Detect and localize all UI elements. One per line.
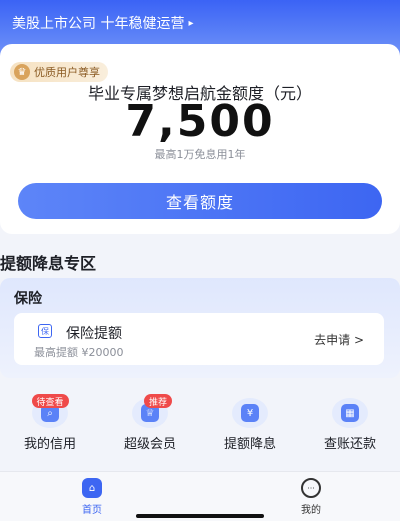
calendar-icon: ▦ — [341, 404, 359, 422]
quick-item-repay[interactable]: ▦ 查账还款 — [310, 392, 390, 452]
tab-home-label: 首页 — [82, 505, 102, 516]
home-indicator — [136, 514, 264, 518]
tab-mine-label: 我的 — [301, 505, 321, 516]
insurance-panel-title: 保险 — [14, 291, 42, 307]
section-title: 提额降息专区 — [0, 254, 97, 273]
quick-icon-wrap: 推荐 ♕ — [132, 394, 173, 428]
pending-badge: 待查看 — [31, 394, 69, 408]
apply-link[interactable]: 去申请 > — [314, 331, 364, 348]
insurance-max-amount: 最高提额 ¥20000 — [34, 346, 124, 359]
insurance-panel: 保险 保 保险提额 最高提额 ¥20000 去申请 > — [0, 278, 400, 378]
insurance-card[interactable]: 保 保险提额 最高提额 ¥20000 去申请 > — [14, 313, 384, 365]
quick-label: 查账还款 — [323, 437, 376, 452]
tab-mine[interactable]: ··· 我的 — [281, 478, 341, 516]
chat-icon: ··· — [301, 478, 321, 498]
banner-text: 美股上市公司 十年稳健运营 — [12, 16, 185, 32]
quick-actions: 待查看 ⌕ 我的信用 推荐 ♕ 超级会员 ¥ 提额降息 ▦ 查账还款 — [0, 392, 400, 452]
view-quota-button[interactable]: 查看额度 — [18, 183, 382, 219]
quick-item-my-credit[interactable]: 待查看 ⌕ 我的信用 — [10, 392, 90, 452]
quick-item-raise-limit[interactable]: ¥ 提额降息 — [210, 392, 290, 452]
insurance-icon: 保 — [38, 324, 52, 338]
insurance-item-name: 保险提额 — [66, 326, 122, 342]
quota-card: ♛ 优质用户尊享 毕业专属梦想启航金额度（元） 7,500 最高1万免息用1年 … — [0, 44, 400, 234]
yen-icon: ¥ — [241, 404, 259, 422]
quick-icon-wrap: ▦ — [332, 398, 368, 428]
quota-subtitle: 最高1万免息用1年 — [154, 148, 246, 161]
vip-badge-label: 优质用户尊享 — [34, 66, 100, 79]
tab-home[interactable]: ⌂ 首页 — [62, 478, 122, 516]
quick-icon-wrap: ¥ — [232, 398, 268, 428]
quick-label: 我的信用 — [23, 437, 76, 452]
quick-label: 超级会员 — [123, 437, 176, 452]
quick-item-super-member[interactable]: 推荐 ♕ 超级会员 — [110, 392, 190, 452]
chevron-right-icon: ▸ — [188, 17, 194, 29]
home-icon: ⌂ — [82, 478, 102, 498]
company-banner[interactable]: 美股上市公司 十年稳健运营 ▸ — [12, 12, 193, 34]
quota-amount: 7,500 — [125, 96, 275, 147]
vip-badge: ♛ 优质用户尊享 — [10, 62, 108, 82]
recommend-badge: 推荐 — [144, 394, 173, 408]
quick-label: 提额降息 — [223, 437, 276, 452]
crown-icon: ♛ — [14, 64, 30, 80]
quick-icon-wrap: 待查看 ⌕ — [31, 394, 69, 428]
